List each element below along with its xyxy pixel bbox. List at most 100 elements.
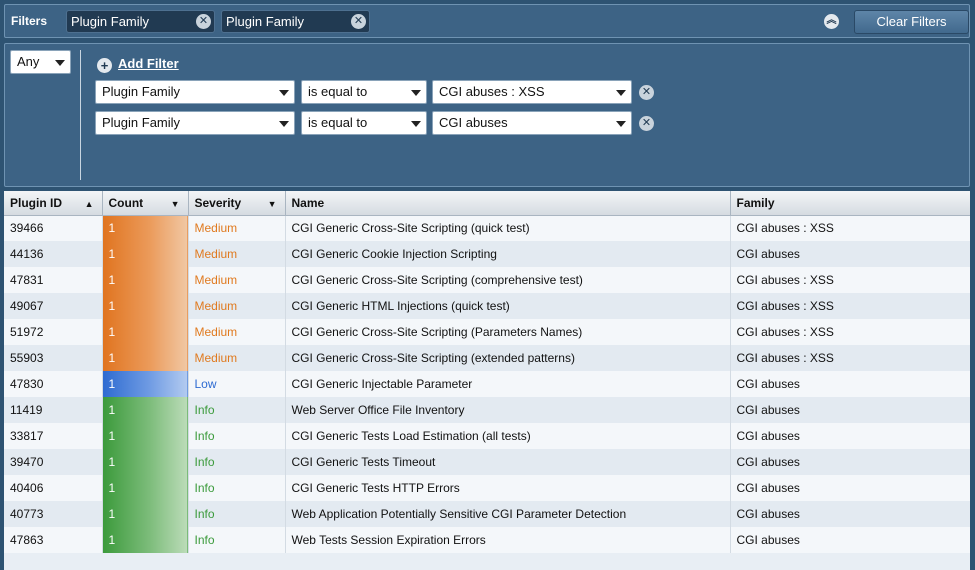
- severity-cell: Medium: [188, 241, 286, 267]
- family-cell: CGI abuses : XSS: [730, 293, 970, 319]
- family-cell: CGI abuses : XSS: [730, 345, 970, 371]
- family-cell: CGI abuses: [730, 527, 970, 553]
- family-cell: CGI abuses: [730, 475, 970, 501]
- collapse-up-icon[interactable]: ︽: [824, 14, 839, 29]
- plugin-id-cell: 47830: [4, 371, 103, 397]
- plugin-id-cell: 39470: [4, 449, 103, 475]
- filters-bar: Filters Plugin Family ✕ Plugin Family ✕ …: [4, 4, 970, 38]
- table-body: 39466 1 Medium CGI Generic Cross-Site Scrip…: [4, 215, 970, 553]
- clear-filters-button[interactable]: Clear Filters: [854, 10, 969, 34]
- severity-cell: Info: [188, 449, 286, 475]
- plugin-id-cell: 55903: [4, 345, 103, 371]
- rule-operator-select[interactable]: is equal to: [301, 111, 427, 135]
- plugin-id-cell: 51972: [4, 319, 103, 345]
- name-cell: Web Server Office File Inventory: [285, 397, 731, 423]
- rule-value-select[interactable]: CGI abuses : XSS: [432, 80, 632, 104]
- rule-field-value: Plugin Family: [102, 115, 181, 130]
- filters-label: Filters: [11, 14, 48, 28]
- remove-rule-icon[interactable]: ✕: [639, 85, 654, 100]
- table-row[interactable]: 40773 1 Info Web Application Potentially Se…: [4, 501, 970, 527]
- count-cell: 1: [102, 501, 189, 527]
- count-cell: 1: [102, 293, 189, 319]
- add-filter-link[interactable]: + Add Filter: [97, 56, 179, 73]
- match-select[interactable]: Any: [10, 50, 71, 74]
- table-row[interactable]: 39470 1 Info CGI Generic Tests Timeout CGI a…: [4, 449, 970, 475]
- close-icon[interactable]: ✕: [351, 14, 366, 29]
- family-cell: CGI abuses: [730, 241, 970, 267]
- rule-value-value: CGI abuses: [439, 115, 508, 130]
- count-cell: 1: [102, 319, 189, 345]
- rule-value-value: CGI abuses : XSS: [439, 84, 545, 99]
- name-cell: CGI Generic Injectable Parameter: [285, 371, 731, 397]
- plugin-id-cell: 40406: [4, 475, 103, 501]
- name-cell: CGI Generic Cross-Site Scripting (extend…: [285, 345, 731, 371]
- name-cell: CGI Generic Cross-Site Scripting (quick …: [285, 215, 731, 241]
- name-cell: CGI Generic HTML Injections (quick test): [285, 293, 731, 319]
- table-header-row: Plugin ID ▲ Count ▼ Severity ▼ Name Family: [4, 191, 970, 216]
- rule-value-select[interactable]: CGI abuses: [432, 111, 632, 135]
- family-cell: CGI abuses: [730, 397, 970, 423]
- name-cell: CGI Generic Tests HTTP Errors: [285, 475, 731, 501]
- results-table: Plugin ID ▲ Count ▼ Severity ▼ Name Family …: [4, 191, 970, 570]
- column-header-severity[interactable]: Severity ▼: [188, 191, 286, 216]
- family-cell: CGI abuses: [730, 501, 970, 527]
- family-cell: CGI abuses : XSS: [730, 267, 970, 293]
- match-select-value: Any: [17, 54, 40, 69]
- plugin-id-cell: 33817: [4, 423, 103, 449]
- severity-cell: Medium: [188, 215, 286, 241]
- name-cell: Web Application Potentially Sensitive CG…: [285, 501, 731, 527]
- rule-field-value: Plugin Family: [102, 84, 181, 99]
- table-row[interactable]: 49067 1 Medium CGI Generic HTML Injections …: [4, 293, 970, 319]
- name-cell: Web Tests Session Expiration Errors: [285, 527, 731, 553]
- severity-cell: Low: [188, 371, 286, 397]
- table-row[interactable]: 33817 1 Info CGI Generic Tests Load Estimat…: [4, 423, 970, 449]
- chevron-down-icon: [279, 121, 289, 127]
- table-row[interactable]: 39466 1 Medium CGI Generic Cross-Site Scrip…: [4, 215, 970, 241]
- sort-ascending-icon: ▲: [84, 199, 94, 209]
- chevron-down-icon: [279, 90, 289, 96]
- plugin-id-cell: 47863: [4, 527, 103, 553]
- table-row[interactable]: 44136 1 Medium CGI Generic Cookie Injection…: [4, 241, 970, 267]
- plus-icon: +: [97, 58, 112, 73]
- chevron-down-icon: [616, 90, 626, 96]
- severity-cell: Medium: [188, 293, 286, 319]
- remove-rule-icon[interactable]: ✕: [639, 116, 654, 131]
- count-cell: 1: [102, 371, 189, 397]
- table-row[interactable]: 40406 1 Info CGI Generic Tests HTTP Errors C…: [4, 475, 970, 501]
- filter-panel: Any + Add Filter Plugin Family is equal t…: [4, 43, 970, 187]
- chevron-down-icon[interactable]: ▼: [268, 199, 277, 209]
- filter-chip-label: Plugin Family: [226, 14, 305, 29]
- table-row[interactable]: 47830 1 Low CGI Generic Injectable Paramete…: [4, 371, 970, 397]
- column-header-family[interactable]: Family: [730, 191, 970, 216]
- rule-field-select[interactable]: Plugin Family: [95, 80, 295, 104]
- severity-cell: Medium: [188, 345, 286, 371]
- rule-operator-select[interactable]: is equal to: [301, 80, 427, 104]
- plugin-id-cell: 39466: [4, 215, 103, 241]
- column-header-plugin-id[interactable]: Plugin ID ▲: [4, 191, 103, 216]
- rule-operator-value: is equal to: [308, 84, 368, 99]
- rule-field-select[interactable]: Plugin Family: [95, 111, 295, 135]
- table-row[interactable]: 51972 1 Medium CGI Generic Cross-Site Scrip…: [4, 319, 970, 345]
- chevron-down-icon[interactable]: ▼: [171, 199, 180, 209]
- count-cell: 1: [102, 397, 189, 423]
- table-row[interactable]: 47863 1 Info Web Tests Session Expiration E…: [4, 527, 970, 553]
- filter-chip[interactable]: Plugin Family ✕: [66, 10, 215, 33]
- severity-cell: Info: [188, 527, 286, 553]
- table-row[interactable]: 55903 1 Medium CGI Generic Cross-Site Scrip…: [4, 345, 970, 371]
- name-cell: CGI Generic Cross-Site Scripting (Parame…: [285, 319, 731, 345]
- column-header-name[interactable]: Name: [285, 191, 731, 216]
- chevron-down-icon: [411, 90, 421, 96]
- chevron-down-icon: [616, 121, 626, 127]
- column-header-count[interactable]: Count ▼: [102, 191, 189, 216]
- table-row[interactable]: 47831 1 Medium CGI Generic Cross-Site Scrip…: [4, 267, 970, 293]
- table-row[interactable]: 11419 1 Info Web Server Office File Invento…: [4, 397, 970, 423]
- filter-chip[interactable]: Plugin Family ✕: [221, 10, 370, 33]
- severity-cell: Info: [188, 475, 286, 501]
- family-cell: CGI abuses : XSS: [730, 319, 970, 345]
- family-cell: CGI abuses: [730, 371, 970, 397]
- plugin-id-cell: 40773: [4, 501, 103, 527]
- close-icon[interactable]: ✕: [196, 14, 211, 29]
- count-cell: 1: [102, 215, 189, 241]
- add-filter-label: Add Filter: [118, 56, 179, 71]
- count-cell: 1: [102, 449, 189, 475]
